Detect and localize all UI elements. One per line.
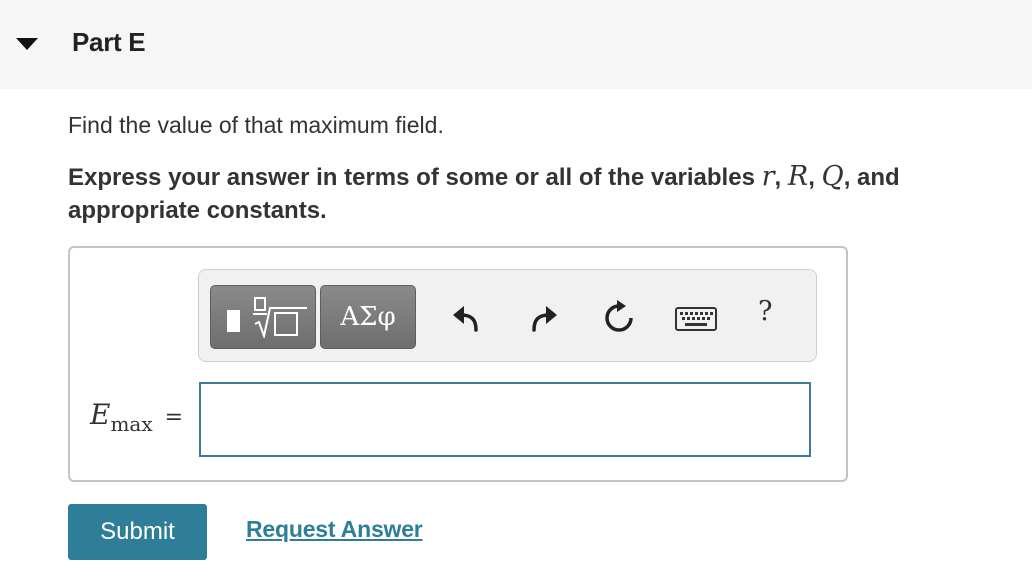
template-block-icon	[227, 310, 240, 332]
answer-input[interactable]	[199, 382, 811, 457]
request-answer-link[interactable]: Request Answer	[246, 516, 423, 543]
keyboard-icon[interactable]	[675, 306, 717, 332]
equals-sign: =	[164, 405, 184, 430]
variable-r: r	[761, 161, 775, 192]
answer-variable-label: Emax =	[90, 398, 184, 436]
redo-icon[interactable]	[528, 304, 558, 332]
variable-R: R	[787, 161, 809, 192]
part-header: Part E	[0, 0, 1032, 89]
submit-button[interactable]: Submit	[68, 504, 207, 560]
variable-Q: Q	[821, 161, 844, 192]
greek-letters-label: ΑΣφ	[340, 302, 396, 332]
question-text: Find the value of that maximum field.	[68, 112, 444, 138]
instruction-sep-3: , and	[843, 164, 900, 191]
reset-icon[interactable]	[602, 300, 636, 334]
instruction-prefix: Express your answer in terms of some or …	[68, 164, 762, 191]
part-title: Part E	[72, 27, 146, 57]
collapse-triangle-icon[interactable]	[16, 38, 38, 50]
greek-letters-button[interactable]: ΑΣφ	[320, 285, 416, 349]
instruction-suffix: appropriate constants.	[68, 197, 327, 224]
instruction-sep-2: ,	[808, 164, 822, 191]
instruction-sep-1: ,	[774, 164, 788, 191]
fraction-root-template-icon	[253, 297, 307, 338]
answer-subscript: max	[110, 412, 153, 436]
templates-button[interactable]	[210, 285, 316, 349]
answer-instruction: Express your answer in terms of some or …	[68, 160, 998, 227]
answer-symbol: E	[90, 398, 111, 431]
help-icon[interactable]: ?	[758, 296, 772, 327]
undo-icon[interactable]	[452, 304, 482, 332]
